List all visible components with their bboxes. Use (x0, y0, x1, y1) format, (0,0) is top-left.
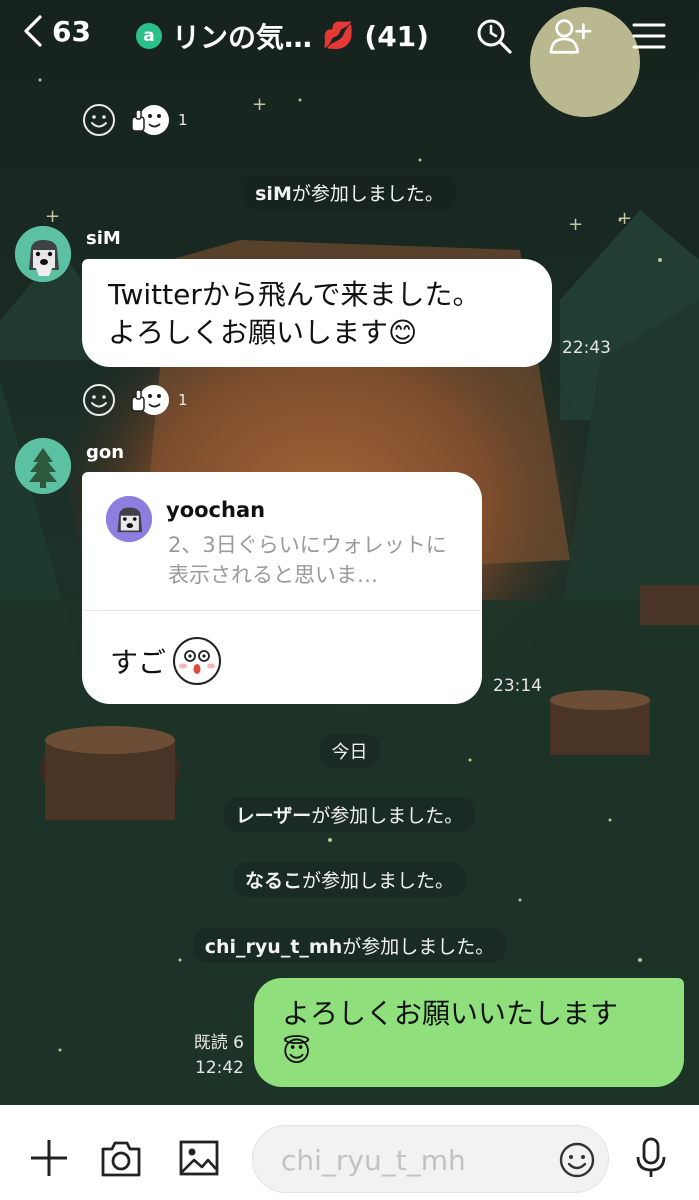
emoji-icon (559, 1142, 595, 1178)
message-text: よろしくお願いいたします (282, 997, 619, 1030)
plus-icon (31, 1140, 67, 1176)
back-button[interactable]: 63 (22, 14, 91, 48)
search-icon (477, 19, 512, 54)
input-bar (0, 1105, 699, 1200)
message-text: すご (110, 646, 167, 679)
svg-text:+: + (617, 208, 632, 229)
add-friend-icon (549, 19, 592, 54)
message-text-line1: Twitterから飛んで来ました。 (108, 278, 481, 311)
message-time: 22:43 (562, 338, 611, 358)
dog-avatar-icon (15, 226, 71, 282)
message-time: 12:42 (195, 1058, 244, 1078)
avatar-gon[interactable] (15, 438, 71, 494)
system-user-name: レーザー (235, 805, 312, 827)
system-user-name: なるこ (244, 870, 302, 892)
microphone-icon (636, 1137, 666, 1177)
menu-icon (632, 23, 666, 49)
smiley-reaction-icon[interactable] (82, 103, 116, 137)
reply-sender: yoochan (166, 498, 266, 522)
reaction-row: 1 (82, 382, 188, 418)
chat-title-text: リンの気… (172, 21, 313, 54)
system-text: が参加しました。 (291, 183, 444, 205)
system-message: レーザーが参加しました。 (0, 797, 699, 832)
message-bubble[interactable]: Twitterから飛んで来ました。 よろしくお願いします😊 (82, 259, 552, 367)
reaction-row: 1 (82, 102, 188, 138)
voice-button[interactable] (626, 1133, 676, 1183)
smiley-reaction-icon[interactable] (82, 383, 116, 417)
add-button[interactable] (24, 1133, 74, 1183)
camera-button[interactable] (96, 1133, 146, 1183)
svg-text:+: + (568, 214, 583, 235)
image-button[interactable] (174, 1133, 224, 1183)
system-text: が参加しました。 (311, 805, 464, 827)
chat-title[interactable]: a リンの気… 💋 (41) (136, 16, 429, 56)
add-friend-button[interactable] (548, 14, 592, 58)
system-user-name: siM (255, 183, 292, 205)
image-icon (179, 1140, 219, 1176)
reply-avatar (106, 496, 152, 542)
reply-quote: 2、3日ぐらいにウォレットに表示されると思いま… (168, 533, 447, 587)
sender-name: siM (86, 228, 121, 249)
thumbs-up-sticker-icon (131, 385, 169, 415)
thumbs-up-sticker-icon (131, 105, 169, 135)
avatar-sim[interactable] (15, 226, 71, 282)
sender-name: gon (86, 442, 125, 463)
system-message: siMが参加しました。 (0, 175, 699, 210)
reaction-count: 1 (178, 391, 188, 409)
system-user-name: chi_ryu_t_mh (204, 936, 343, 958)
system-text: が参加しました。 (342, 936, 495, 958)
search-button[interactable] (472, 14, 516, 58)
group-badge: a (136, 23, 162, 49)
surprised-face-emoji-icon (173, 637, 222, 685)
reply-divider (82, 610, 482, 611)
date-divider-label: 今日 (319, 734, 380, 768)
system-message: chi_ryu_t_mhが参加しました。 (0, 928, 699, 963)
message-time: 23:14 (493, 676, 542, 696)
message-input[interactable] (279, 1140, 553, 1180)
chat-title-emoji: 💋 (322, 21, 355, 51)
my-message-bubble[interactable]: よろしくお願いいたします 😇 (254, 978, 684, 1087)
menu-button[interactable] (626, 14, 670, 58)
read-count: 既読 6 (193, 1033, 244, 1053)
camera-icon (101, 1141, 141, 1177)
member-count: (41) (364, 19, 429, 53)
tree-avatar-icon (15, 438, 71, 494)
date-divider: 今日 (0, 734, 699, 768)
dog-avatar-icon (106, 496, 152, 542)
reply-message-bubble[interactable]: yoochan 2、3日ぐらいにウォレットに表示されると思いま… すご (82, 472, 482, 704)
chevron-left-icon (24, 15, 42, 47)
svg-text:+: + (252, 94, 267, 115)
unread-count: 63 (52, 14, 91, 48)
emoji-button[interactable] (558, 1141, 596, 1179)
reaction-count: 1 (178, 111, 188, 129)
smile-emoji: 😊 (388, 316, 418, 349)
message-text-line2: よろしくお願いします (108, 316, 389, 349)
angel-emoji: 😇 (282, 1035, 312, 1068)
message-input-field[interactable] (252, 1125, 609, 1193)
system-message: なるこが参加しました。 (0, 862, 699, 897)
read-status: 既読 6 12:42 (186, 1031, 244, 1081)
system-text: が参加しました。 (302, 870, 455, 892)
